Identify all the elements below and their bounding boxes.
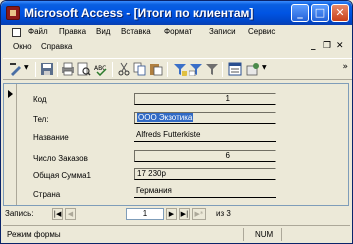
cut-icon[interactable] xyxy=(117,62,131,76)
mdi-minimize-button[interactable]: _ xyxy=(311,41,316,51)
mdi-restore-button[interactable]: ❐ xyxy=(323,41,331,51)
status-num-lock: NUM xyxy=(255,230,274,239)
next-record-button[interactable]: ▶ xyxy=(166,208,177,220)
mdi-close-button[interactable]: ✕ xyxy=(336,41,344,51)
minimize-button[interactable]: _ xyxy=(291,4,309,22)
menu-bar: Файл Правка Вид Вставка Формат Записи Се… xyxy=(1,26,352,40)
toolbar-overflow-icon[interactable]: » xyxy=(342,62,348,72)
field-phone-value: ООО Экзотика xyxy=(137,113,194,122)
last-record-button[interactable]: ▶| xyxy=(179,208,190,220)
new-object-icon[interactable] xyxy=(246,62,260,76)
field-label-code: Код xyxy=(33,95,47,104)
current-record-arrow-icon xyxy=(8,90,13,98)
menu-tools[interactable]: Сервис xyxy=(248,27,275,36)
toolbar-separator xyxy=(167,62,168,77)
form-view-toolbar: ▼ ABC ▼ » xyxy=(3,58,352,80)
current-record-input[interactable]: 1 xyxy=(126,208,164,220)
field-label-name: Название xyxy=(33,133,69,142)
menu-help[interactable]: Справка xyxy=(41,42,72,51)
title-bar: Microsoft Access - [Итоги по клиентам] _… xyxy=(1,1,352,25)
field-label-phone: Тел: xyxy=(33,115,49,124)
close-button[interactable]: ✕ xyxy=(331,4,349,22)
menu-window[interactable]: Окно xyxy=(13,42,32,51)
record-navigation-bar: Запись: |◀ ◀ 1 ▶ ▶| ▶* из 3 xyxy=(3,206,349,223)
field-total-sum[interactable]: 17 230р xyxy=(134,168,276,180)
toolbar-separator xyxy=(35,62,36,77)
new-record-button[interactable]: ▶* xyxy=(192,208,206,220)
record-count: из 3 xyxy=(216,209,231,218)
field-code[interactable]: 1 xyxy=(134,93,276,105)
menu-bar-row-2: Окно Справка _ ❐ ✕ xyxy=(1,41,352,55)
menu-view[interactable]: Вид xyxy=(96,27,110,36)
field-code-value: 1 xyxy=(225,94,230,103)
access-app-icon[interactable] xyxy=(6,6,20,20)
filter-by-selection-icon[interactable] xyxy=(173,62,187,76)
record-selector[interactable] xyxy=(4,84,17,205)
menu-file[interactable]: Файл xyxy=(28,27,48,36)
first-record-button[interactable]: |◀ xyxy=(52,208,63,220)
field-phone[interactable]: ООО Экзотика xyxy=(134,112,276,124)
access-window: Microsoft Access - [Итоги по клиентам] _… xyxy=(0,0,353,244)
field-order-count[interactable]: 6 xyxy=(134,150,276,162)
chevron-down-icon[interactable]: ▼ xyxy=(262,64,276,78)
toolbar-separator xyxy=(112,62,113,77)
field-order-count-value: 6 xyxy=(225,151,230,160)
design-view-icon[interactable] xyxy=(9,62,23,76)
maximize-button[interactable]: □ xyxy=(311,4,329,22)
status-mode: Режим формы xyxy=(7,230,61,239)
filter-by-form-icon[interactable] xyxy=(189,62,203,76)
field-name-value: Alfreds Futterkiste xyxy=(136,130,201,139)
status-bar: Режим формы NUM xyxy=(3,225,350,242)
form-document-icon[interactable] xyxy=(12,28,21,37)
spelling-icon[interactable]: ABC xyxy=(94,62,108,76)
field-total-sum-value: 17 230р xyxy=(137,169,166,178)
form-detail: Код 1 Тел: ООО Экзотика Название Alfreds… xyxy=(3,83,349,206)
field-label-total-sum: Общая Сумма1 xyxy=(33,171,91,180)
toolbar-separator xyxy=(57,62,58,77)
status-divider xyxy=(281,228,282,241)
menu-records[interactable]: Записи xyxy=(209,27,236,36)
status-divider xyxy=(243,228,244,241)
save-icon[interactable] xyxy=(40,62,54,76)
window-title: Microsoft Access - [Итоги по клиентам] xyxy=(24,6,254,20)
field-label-order-count: Число Заказов xyxy=(33,154,88,163)
apply-filter-icon[interactable] xyxy=(205,62,219,76)
field-country[interactable]: Германия xyxy=(134,186,276,198)
field-country-value: Германия xyxy=(136,186,172,195)
previous-record-button[interactable]: ◀ xyxy=(65,208,76,220)
menu-format[interactable]: Формат xyxy=(164,27,192,36)
copy-icon[interactable] xyxy=(133,62,147,76)
field-name[interactable]: Alfreds Futterkiste xyxy=(134,130,276,142)
print-preview-icon[interactable] xyxy=(77,62,91,76)
print-icon[interactable] xyxy=(61,62,75,76)
field-label-country: Страна xyxy=(33,190,61,199)
menu-insert[interactable]: Вставка xyxy=(121,27,151,36)
properties-icon[interactable] xyxy=(228,62,242,76)
paste-icon[interactable] xyxy=(149,62,163,76)
toolbar-separator xyxy=(222,62,223,77)
record-label: Запись: xyxy=(5,209,34,218)
menu-edit[interactable]: Правка xyxy=(59,27,86,36)
